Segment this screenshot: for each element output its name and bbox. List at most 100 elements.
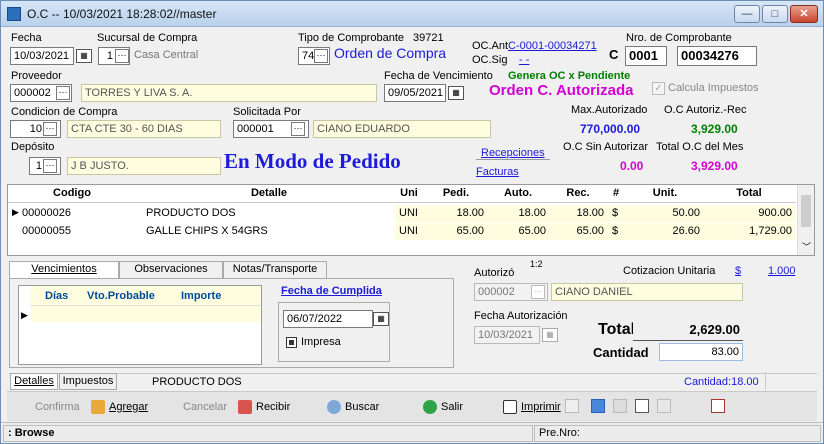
- buscar-button[interactable]: Buscar: [325, 397, 379, 419]
- col-moneda[interactable]: #: [606, 187, 626, 199]
- tipo-number: 39721: [413, 32, 444, 44]
- vencimiento-label: Fecha de Vencimiento: [384, 70, 493, 82]
- search-icon: [327, 400, 341, 414]
- cell-detalle: GALLE CHIPS X 54GRS: [146, 225, 268, 237]
- condicion-lookup-button[interactable]: ···: [43, 122, 57, 136]
- tipo-lookup-button[interactable]: ···: [314, 49, 328, 63]
- chevron-down-icon[interactable]: ﹀: [802, 240, 811, 253]
- scrollbar-thumb[interactable]: [801, 195, 811, 227]
- calendar-icon[interactable]: ▦: [448, 86, 464, 100]
- solicitada-name: CIANO EDUARDO: [313, 120, 491, 138]
- autorizo-lookup-button[interactable]: ···: [531, 285, 545, 299]
- table-row[interactable]: 00000055 GALLE CHIPS X 54GRS UNI 65.00 6…: [8, 223, 796, 240]
- vencimiento-input[interactable]: 09/05/2021: [384, 84, 446, 102]
- deposito-name: J B JUSTO.: [67, 157, 221, 175]
- report-icon[interactable]: [711, 399, 725, 413]
- cotizacion-label: Cotizacion Unitaria: [623, 265, 716, 277]
- card-icon[interactable]: [635, 399, 649, 413]
- total-label: Total: [598, 321, 636, 338]
- col-codigo[interactable]: Codigo: [22, 187, 122, 199]
- sin-autorizar-value: 0.00: [620, 159, 644, 173]
- max-autorizado-label: Max.Autorizado: [571, 104, 648, 116]
- calendar-icon[interactable]: ▦: [76, 49, 92, 63]
- nro-num-input[interactable]: 00034276: [677, 46, 757, 66]
- col-pedi[interactable]: Pedi.: [426, 187, 486, 199]
- salir-label: Salir: [441, 401, 464, 413]
- cell-auto: 65.00: [518, 225, 546, 237]
- facturas-link[interactable]: Facturas: [476, 166, 519, 178]
- impresa-checkbox[interactable]: [286, 337, 297, 348]
- total-value: 2,629.00: [633, 320, 743, 341]
- cancelar-button[interactable]: Cancelar: [179, 397, 227, 419]
- cumplida-input[interactable]: 06/07/2022: [283, 310, 373, 328]
- tab-detalles[interactable]: Detalles: [10, 373, 58, 390]
- genera-oc-label: Genera OC x Pendiente: [508, 70, 631, 82]
- maximize-button[interactable]: □: [762, 5, 788, 23]
- receive-icon: [238, 400, 252, 414]
- tab-vencimientos[interactable]: Vencimientos: [9, 261, 119, 279]
- sucursal-name: Casa Central: [134, 49, 199, 61]
- info-icon[interactable]: [591, 399, 605, 413]
- col-unit[interactable]: Unit.: [628, 187, 702, 199]
- grid-icon[interactable]: [565, 399, 579, 413]
- calendar-icon[interactable]: ▦: [373, 312, 389, 326]
- cell-total: 1,729.00: [749, 225, 792, 237]
- autorizo-name: CIANO DANIEL: [551, 283, 743, 301]
- fecha-cumplida-link[interactable]: Fecha de Cumplida: [281, 285, 382, 297]
- row-selector-icon: ▶: [12, 207, 19, 217]
- cantidad-label: Cantidad: [593, 345, 649, 360]
- imprimir-label: Imprimir: [521, 401, 561, 413]
- document-icon[interactable]: [657, 399, 671, 413]
- close-button[interactable]: ✕: [790, 5, 818, 23]
- tab-notas-transporte[interactable]: Notas/Transporte: [223, 261, 327, 278]
- ocsig-label: OC.Sig: [472, 54, 508, 66]
- deposito-lookup-button[interactable]: ···: [43, 159, 57, 173]
- col-auto[interactable]: Auto.: [488, 187, 548, 199]
- solicitada-lookup-button[interactable]: ···: [291, 122, 305, 136]
- col-total[interactable]: Total: [704, 187, 794, 199]
- cell-rec: 65.00: [576, 225, 604, 237]
- grid-scrollbar[interactable]: ︿ ﹀: [797, 185, 814, 255]
- cotizacion-value-link[interactable]: 1.000: [768, 265, 796, 277]
- cell-unit: 50.00: [672, 207, 700, 219]
- col-detalle[interactable]: Detalle: [144, 187, 394, 199]
- total-mes-label: Total O.C del Mes: [656, 141, 744, 153]
- calendar-icon[interactable]: ▦: [542, 328, 558, 342]
- imprimir-button[interactable]: Imprimir: [501, 397, 561, 419]
- modo-pedido-banner: En Modo de Pedido: [224, 149, 401, 173]
- tab-vencimientos-label: Vencimientos: [31, 263, 97, 275]
- proveedor-lookup-button[interactable]: ···: [56, 86, 70, 100]
- table-row[interactable]: ▶ 00000026 PRODUCTO DOS UNI 18.00 18.00 …: [8, 205, 796, 222]
- salir-button[interactable]: Salir: [421, 397, 463, 419]
- ocant-link[interactable]: C-0001-00034271: [508, 40, 597, 52]
- col-uni[interactable]: Uni: [396, 187, 422, 199]
- col-rec[interactable]: Rec.: [550, 187, 606, 199]
- col-dias: Días: [45, 290, 69, 302]
- vencimientos-grid[interactable]: Días Vto.Probable Importe ▶: [18, 285, 262, 365]
- solicitada-label: Solicitada Por: [233, 106, 301, 118]
- calcula-impuestos-label: Calcula Impuestos: [668, 82, 759, 94]
- sucursal-lookup-button[interactable]: ···: [115, 49, 129, 63]
- calcula-impuestos-checkbox[interactable]: ✓: [652, 82, 665, 95]
- agregar-button[interactable]: Agregar: [89, 397, 148, 419]
- window-title: O.C -- 10/03/2021 18:28:02//master: [27, 7, 217, 21]
- status-mode: : Browse: [3, 425, 533, 442]
- vencimientos-row[interactable]: [31, 306, 261, 322]
- proveedor-label: Proveedor: [11, 70, 62, 82]
- total-mes-value: 3,929.00: [691, 159, 738, 173]
- recepciones-link[interactable]: Recepciones: [481, 147, 545, 159]
- tab-impuestos[interactable]: Impuestos: [59, 373, 117, 390]
- ocsig-link[interactable]: - -: [512, 54, 536, 66]
- copy-icon[interactable]: [613, 399, 627, 413]
- cotizacion-currency-link[interactable]: $: [735, 265, 741, 277]
- items-grid[interactable]: Codigo Detalle Uni Pedi. Auto. Rec. # Un…: [7, 184, 815, 256]
- confirma-button[interactable]: Confirma: [31, 397, 80, 419]
- fecha-autorizacion-input[interactable]: 10/03/2021: [474, 326, 540, 344]
- fecha-input[interactable]: 10/03/2021: [10, 47, 74, 65]
- minimize-button[interactable]: —: [734, 5, 760, 23]
- nro-pv-input[interactable]: 0001: [625, 46, 667, 66]
- tab-observaciones[interactable]: Observaciones: [119, 261, 223, 278]
- row-selector-icon: ▶: [21, 310, 28, 320]
- recibir-button[interactable]: Recibir: [236, 397, 290, 419]
- cell-total: 900.00: [758, 207, 792, 219]
